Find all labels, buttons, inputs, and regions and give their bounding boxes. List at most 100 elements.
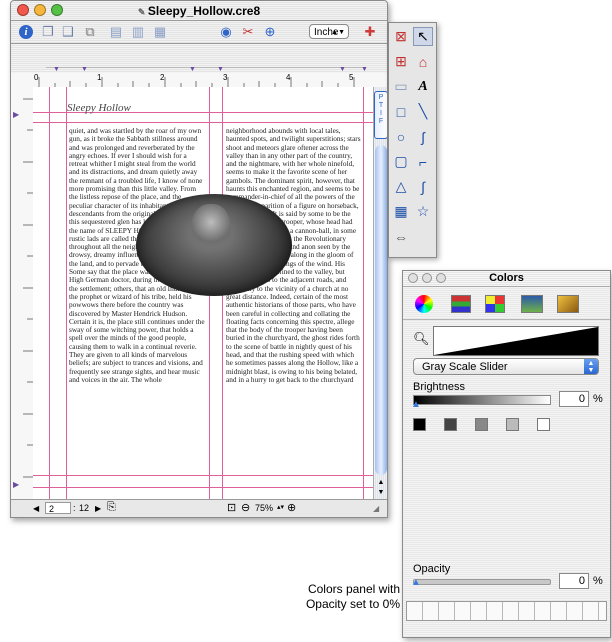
brightness-slider[interactable] <box>413 395 551 405</box>
web-preview-icon[interactable]: ◉ <box>217 24 235 40</box>
guide-marker-icon[interactable]: ▶ <box>13 110 19 119</box>
color-sliders-icon[interactable] <box>451 295 471 313</box>
colors-title-bar[interactable]: Colors <box>403 271 610 287</box>
scroll-thumb[interactable] <box>375 145 387 475</box>
brightness-thumb-icon[interactable]: ▲ <box>411 399 421 410</box>
align-right-icon[interactable]: ▦ <box>151 24 169 40</box>
unit-select[interactable]: Inche ▲▼ <box>309 24 349 39</box>
vertical-ruler[interactable]: ▶ ▶ <box>11 87 34 499</box>
gray-swatches <box>413 418 550 431</box>
status-bar: ◀ 2 : 12 ▶ ⎘ ⊡ ⊖ 75% ▴▾ ⊕ ◢ <box>11 499 387 517</box>
arrow-tool-icon[interactable]: ↖ <box>413 27 433 46</box>
tab-ruler-strip: ▼ ▼ ▼ ▼ ▼ ▼ <box>11 44 387 74</box>
color-well[interactable] <box>433 326 599 356</box>
freehand-tool-icon[interactable]: ʃ <box>413 127 433 146</box>
page-layout-icon[interactable]: ⎘ <box>107 501 116 514</box>
link-tool-icon[interactable]: ⇔ <box>391 227 411 246</box>
tools-palette: ⊠ ↖ ⊞ ⌂ ▭ A □ ╲ ○ ʃ ▢ ⌐ △ ∫ ▦ ☆ ⇔ <box>388 22 437 258</box>
window-title-text: Sleepy_Hollow.cre8 <box>147 4 261 18</box>
tab-stop-icon[interactable]: ▼ <box>53 66 60 73</box>
zoom-stepper-icon[interactable]: ▴▾ <box>277 503 284 511</box>
zoom-in-icon[interactable]: ⊕ <box>287 501 296 514</box>
guide-marker-icon[interactable]: ▶ <box>13 480 19 489</box>
resize-grip-icon[interactable]: ◢ <box>373 504 379 513</box>
horizontal-ruler[interactable]: 0 1 2 3 4 5 <box>11 73 387 88</box>
toolbar: i ❐ ❑ ⧉ ▤ ▥ ▦ ◉ ✂ ⊕ Inche ▲▼ ✚ <box>11 21 387 44</box>
transform-icon[interactable]: ⊕ <box>261 24 279 40</box>
zoom-out-icon[interactable]: ⊖ <box>241 501 250 514</box>
color-mode-toolbar <box>413 293 599 317</box>
color-swatch-tray[interactable] <box>406 601 607 621</box>
align-left-icon[interactable]: ▤ <box>107 24 125 40</box>
divider <box>403 319 610 320</box>
rectangle-tool-icon[interactable]: □ <box>391 102 411 121</box>
tab-stop-icon[interactable]: ▼ <box>361 66 368 73</box>
color-mode-dropdown[interactable]: Gray Scale Slider ▲ ▼ <box>413 358 599 375</box>
opacity-slider[interactable] <box>413 579 551 585</box>
title-bar[interactable]: ✎ Sleepy_Hollow.cre8 <box>11 1 387 21</box>
dropdown-arrows-icon: ▲ ▼ <box>584 359 598 374</box>
document-window: ✎ Sleepy_Hollow.cre8 i ❐ ❑ ⧉ ▤ ▥ ▦ ◉ ✂ ⊕… <box>10 0 388 518</box>
caption-line-2: Opacity set to 0% <box>305 597 400 611</box>
margin-guide <box>49 87 50 499</box>
next-page-icon[interactable]: ▶ <box>95 504 101 513</box>
ungroup-icon[interactable]: ⧉ <box>81 24 99 40</box>
prev-page-icon[interactable]: ◀ <box>33 504 39 513</box>
info-icon[interactable]: i <box>17 24 35 40</box>
image-palettes-icon[interactable] <box>521 295 543 313</box>
color-mode-value: Gray Scale Slider <box>422 361 508 373</box>
swatch-gray[interactable] <box>475 418 488 431</box>
color-picker-icon[interactable]: ✚ <box>361 24 379 40</box>
rounded-rect-tool-icon[interactable]: ▢ <box>391 152 411 171</box>
layer-tabs[interactable]: PTIF <box>374 91 387 139</box>
align-center-icon[interactable]: ▥ <box>129 24 147 40</box>
layout-tool-icon[interactable]: ⊞ <box>391 52 411 71</box>
vertical-scrollbar[interactable]: PTIF ▲ ▼ <box>373 87 387 499</box>
polygon-tool-icon[interactable]: ⌐ <box>413 152 433 171</box>
scroll-up-icon[interactable]: ▲ <box>374 479 387 489</box>
opacity-value: 0 <box>578 575 585 587</box>
scroll-down-icon[interactable]: ▼ <box>374 489 387 499</box>
text-tool-icon[interactable]: A <box>413 77 433 96</box>
crop-icon[interactable]: ✂ <box>239 24 257 40</box>
frame-tool-icon[interactable]: ▭ <box>391 77 411 96</box>
ruler-label: 1 <box>97 73 102 82</box>
color-wheel-icon[interactable] <box>415 295 433 313</box>
zoom-level[interactable]: 75% <box>255 503 273 513</box>
fit-page-icon[interactable]: ⊡ <box>227 501 236 514</box>
swatch-light-gray[interactable] <box>506 418 519 431</box>
bezier-tool-icon[interactable]: ∫ <box>413 177 433 196</box>
margin-guide <box>33 487 373 488</box>
line-tool-icon[interactable]: ╲ <box>413 102 433 121</box>
crayons-icon[interactable] <box>557 295 579 313</box>
brightness-field[interactable]: 0 <box>559 391 589 407</box>
magnifier-icon[interactable]: 🔍︎ <box>413 331 430 347</box>
page-tool-icon[interactable]: ⊠ <box>391 27 411 46</box>
swatch-dark-gray[interactable] <box>444 418 457 431</box>
swatch-white[interactable] <box>537 418 550 431</box>
table-tool-icon[interactable]: ▦ <box>391 202 411 221</box>
margin-guide <box>363 87 364 499</box>
opacity-thumb-icon[interactable]: ▲ <box>411 577 421 588</box>
page-heading: Sleepy Hollow <box>67 102 131 114</box>
color-well-swatch <box>434 327 598 355</box>
swatch-black[interactable] <box>413 418 426 431</box>
tab-stop-icon[interactable]: ▼ <box>339 66 346 73</box>
home-tool-icon[interactable]: ⌂ <box>413 52 433 71</box>
text-column-right[interactable]: neighborhood abounds with local tales, h… <box>226 127 361 477</box>
color-palettes-icon[interactable] <box>485 295 505 313</box>
headless-horseman-image[interactable] <box>136 194 292 296</box>
page-total: 12 <box>79 503 90 513</box>
tab-stop-icon[interactable]: ▼ <box>189 66 196 73</box>
bring-forward-icon[interactable]: ❐ <box>39 24 57 40</box>
tab-stop-icon[interactable]: ▼ <box>81 66 88 73</box>
ellipse-tool-icon[interactable]: ○ <box>391 127 411 146</box>
star-tool-icon[interactable]: ☆ <box>413 202 433 221</box>
send-backward-icon[interactable]: ❑ <box>59 24 77 40</box>
tab-stop-icon[interactable]: ▼ <box>217 66 224 73</box>
page-number-field[interactable]: 2 <box>45 502 71 514</box>
triangle-tool-icon[interactable]: △ <box>391 177 411 196</box>
text-column-left[interactable]: quiet, and was startled by the roar of m… <box>69 127 205 477</box>
opacity-field[interactable]: 0 <box>559 573 589 589</box>
page-canvas[interactable]: Sleepy Hollow quiet, and was startled by… <box>33 87 373 499</box>
